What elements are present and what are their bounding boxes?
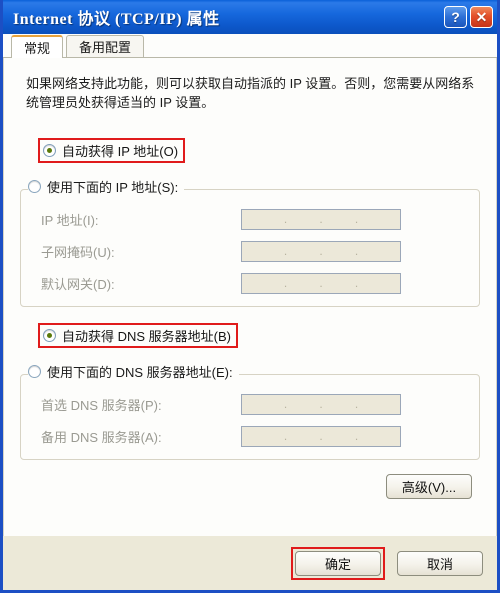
window-title: Internet 协议 (TCP/IP) 属性 [13, 11, 220, 28]
ip-separator-dot: . [354, 276, 359, 290]
cancel-button[interactable]: 取消 [397, 550, 483, 576]
help-icon[interactable]: ? [444, 6, 467, 28]
dns-server-group: 首选 DNS 服务器(P): . . . 备用 DNS 服务器(A): . . … [20, 374, 480, 460]
ip-separator-dot: . [354, 212, 359, 226]
ip-separator-dot: . [283, 429, 288, 443]
ip-separator-dot: . [319, 212, 323, 226]
field-subnet-mask-label: 子网掩码(U): [41, 244, 115, 260]
field-default-gateway: 默认网关(D): . . . [31, 270, 469, 296]
radio-obtain-ip-automatically[interactable]: 自动获得 IP 地址(O) [38, 138, 186, 163]
tab-alternate-config[interactable]: 备用配置 [66, 35, 145, 57]
advanced-button-row: 高级(V)... [20, 460, 480, 499]
field-ip-address: IP 地址(I): . . . [31, 206, 469, 232]
content-panel: 如果网络支持此功能，则可以获取自动指派的 IP 设置。否则，您需要从网络系统管理… [3, 58, 497, 536]
title-bar-buttons: ? ✕ [444, 6, 493, 28]
tcpip-properties-window: Internet 协议 (TCP/IP) 属性 ? ✕ 常规 备用配置 如果网络… [0, 0, 500, 593]
advanced-button[interactable]: 高级(V)... [386, 474, 472, 499]
field-preferred-dns-label: 首选 DNS 服务器(P): [41, 397, 162, 413]
radio-dot-icon [43, 329, 56, 342]
radio-use-following-dns-label: 使用下面的 DNS 服务器地址(E): [47, 365, 233, 380]
ip-separator-dot: . [283, 397, 288, 411]
ip-separator-dot: . [354, 397, 359, 411]
ip-separator-dot: . [283, 212, 288, 226]
ip-separator-dot: . [319, 429, 323, 443]
ok-button[interactable]: 确定 [295, 550, 381, 576]
tab-general[interactable]: 常规 [11, 35, 64, 58]
ip-separator-dot: . [283, 276, 288, 290]
radio-use-following-ip[interactable]: 使用下面的 IP 地址(S): [28, 177, 185, 196]
ip-separator-dot: . [354, 429, 359, 443]
field-alternate-dns: 备用 DNS 服务器(A): . . . [31, 423, 469, 449]
field-alternate-dns-label: 备用 DNS 服务器(A): [41, 429, 162, 445]
radio-use-following-dns[interactable]: 使用下面的 DNS 服务器地址(E): [28, 362, 239, 381]
field-default-gateway-label: 默认网关(D): [41, 276, 115, 292]
tab-strip: 常规 备用配置 [3, 34, 497, 58]
radio-obtain-ip-automatically-label: 自动获得 IP 地址(O) [62, 144, 179, 159]
ip-separator-dot: . [319, 397, 323, 411]
alternate-dns-input[interactable]: . . . [241, 425, 401, 447]
dialog-footer: 确定 取消 [3, 536, 497, 590]
ip-address-input[interactable]: . . . [241, 208, 401, 230]
subnet-mask-input[interactable]: . . . [241, 240, 401, 262]
ip-separator-dot: . [319, 276, 323, 290]
ip-address-group: IP 地址(I): . . . 子网掩码(U): . . . 默认网关(D): … [20, 189, 480, 307]
default-gateway-input[interactable]: . . . [241, 272, 401, 294]
ok-button-highlight: 确定 [291, 546, 385, 580]
field-ip-address-label: IP 地址(I): [41, 212, 99, 228]
radio-obtain-dns-automatically[interactable]: 自动获得 DNS 服务器地址(B) [38, 323, 239, 348]
description-text: 如果网络支持此功能，则可以获取自动指派的 IP 设置。否则，您需要从网络系统管理… [26, 76, 475, 110]
radio-dot-icon [43, 144, 56, 157]
field-preferred-dns: 首选 DNS 服务器(P): . . . [31, 391, 469, 417]
radio-circle-icon [28, 365, 41, 378]
title-bar: Internet 协议 (TCP/IP) 属性 ? ✕ [3, 0, 497, 34]
ip-separator-dot: . [319, 244, 323, 258]
ip-separator-dot: . [283, 244, 288, 258]
ip-separator-dot: . [354, 244, 359, 258]
close-icon[interactable]: ✕ [470, 6, 493, 28]
radio-circle-icon [28, 180, 41, 193]
radio-use-following-ip-label: 使用下面的 IP 地址(S): [47, 180, 179, 195]
radio-obtain-dns-automatically-label: 自动获得 DNS 服务器地址(B) [62, 329, 232, 344]
field-subnet-mask: 子网掩码(U): . . . [31, 238, 469, 264]
preferred-dns-input[interactable]: . . . [241, 393, 401, 415]
